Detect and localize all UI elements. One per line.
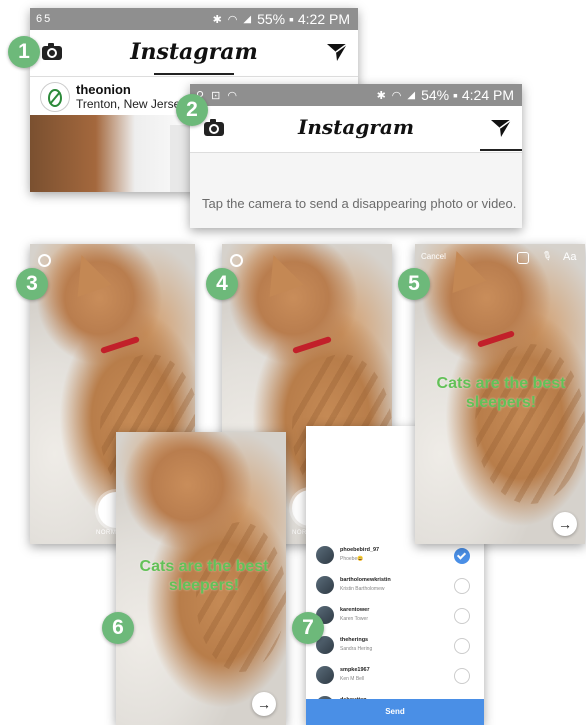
onion-logo-icon xyxy=(48,89,62,107)
screen-5-text: Cancel ✎ Aa Cats are the best sleepers! … xyxy=(415,244,585,544)
bluetooth-icon: ✱ xyxy=(376,89,386,102)
settings-icon[interactable] xyxy=(38,254,51,267)
bluetooth-icon: ✱ xyxy=(212,13,222,26)
direct-message-icon[interactable] xyxy=(326,42,348,62)
direct-hint: Tap the camera to send a disappearing ph… xyxy=(202,196,517,211)
next-arrow-button[interactable]: → xyxy=(553,512,577,536)
account-name[interactable]: theonion xyxy=(76,82,131,97)
tab-underline xyxy=(154,73,234,75)
cancel-button[interactable]: Cancel xyxy=(421,252,446,261)
screen-6-edit: Cats are the best sleepers! → xyxy=(116,432,286,725)
recipient-row[interactable]: karentower Karen Tower xyxy=(306,602,484,632)
app-header: Instagram xyxy=(30,30,358,77)
step-badge-1: 1 xyxy=(8,36,40,68)
recipient-username: theherings xyxy=(340,637,369,643)
recipient-checkbox[interactable] xyxy=(454,548,470,564)
recipient-fullname: Sandra Hering xyxy=(340,646,373,652)
recipient-username: bartholomewkristin xyxy=(340,577,391,583)
settings-icon[interactable] xyxy=(230,254,243,267)
step-badge-6: 6 xyxy=(102,612,134,644)
cat-collar xyxy=(477,330,515,348)
recipient-row[interactable]: phoebebird_97 Phoebe😀 xyxy=(306,542,484,572)
recipient-fullname: Karen Tower xyxy=(340,616,368,622)
tab-underline xyxy=(480,149,522,151)
cat-collar xyxy=(100,335,140,355)
status-left: 65 xyxy=(36,13,53,25)
account-location[interactable]: Trenton, New Jersey xyxy=(76,97,186,111)
recipient-checkbox[interactable] xyxy=(454,578,470,594)
signal-icon: ◢ xyxy=(243,13,252,25)
recipient-username: smpke1967 xyxy=(340,667,370,673)
status-bar: 65 ✱ ◠ ◢ 55% ▪ 4:22 PM xyxy=(30,8,358,30)
step-badge-2: 2 xyxy=(176,94,208,126)
overlay-text[interactable]: Cats are the best sleepers! xyxy=(431,374,571,412)
instagram-logo: Instagram xyxy=(130,39,258,65)
recipient-checkbox[interactable] xyxy=(454,638,470,654)
recipient-username: phoebebird_97 xyxy=(340,547,380,553)
overlay-text[interactable]: Cats are the best sleepers! xyxy=(124,557,284,595)
send-button[interactable]: Send xyxy=(306,699,484,725)
step-badge-7: 7 xyxy=(292,612,324,644)
text-tool-button[interactable]: Aa xyxy=(563,251,576,263)
screen-2-direct: ⚲ ⊡ ◠ ✱ ◠ ◢ 54% ▪ 4:24 PM Instagram Tap … xyxy=(190,84,522,228)
step-badge-3: 3 xyxy=(16,268,48,300)
step-badge-4: 4 xyxy=(206,268,238,300)
recipient-row[interactable]: bartholomewkristin Kristin Bartholomew xyxy=(306,572,484,602)
status-bar: ⚲ ⊡ ◠ ✱ ◠ ◢ 54% ▪ 4:24 PM xyxy=(190,84,522,106)
battery-time: 54% ▪ 4:24 PM xyxy=(421,87,514,103)
wifi-icon: ◠ xyxy=(391,89,402,102)
wifi-icon: ◠ xyxy=(227,13,238,26)
battery-time: 55% ▪ 4:22 PM xyxy=(257,11,350,27)
recipient-fullname: Phoebe😀 xyxy=(340,556,364,562)
recipient-fullname: Ken M Bell xyxy=(340,676,365,682)
instagram-logo: Instagram xyxy=(298,115,414,139)
step-badge-5: 5 xyxy=(398,268,430,300)
next-arrow-button[interactable]: → xyxy=(252,692,276,716)
recipient-row[interactable]: theherings Sandra Hering xyxy=(306,632,484,662)
recipient-row[interactable]: smpke1967 Ken M Bell xyxy=(306,662,484,692)
direct-message-icon[interactable] xyxy=(490,118,512,138)
recipient-checkbox[interactable] xyxy=(454,668,470,684)
avatar xyxy=(316,546,334,564)
avatar xyxy=(316,576,334,594)
signal-icon: ◢ xyxy=(407,89,416,101)
recipient-fullname: Kristin Bartholomew xyxy=(340,586,385,592)
pen-icon[interactable]: ✎ xyxy=(539,247,555,264)
account-avatar[interactable] xyxy=(40,82,70,112)
send-list: phoebebird_97 Phoebe😀 bartholomewkristin… xyxy=(306,542,484,714)
cat-collar xyxy=(292,335,332,355)
recipient-checkbox[interactable] xyxy=(454,608,470,624)
recipient-username: karentower xyxy=(340,607,370,613)
app-header: Instagram xyxy=(190,106,522,153)
avatar xyxy=(316,666,334,684)
sticker-icon[interactable] xyxy=(517,252,529,264)
